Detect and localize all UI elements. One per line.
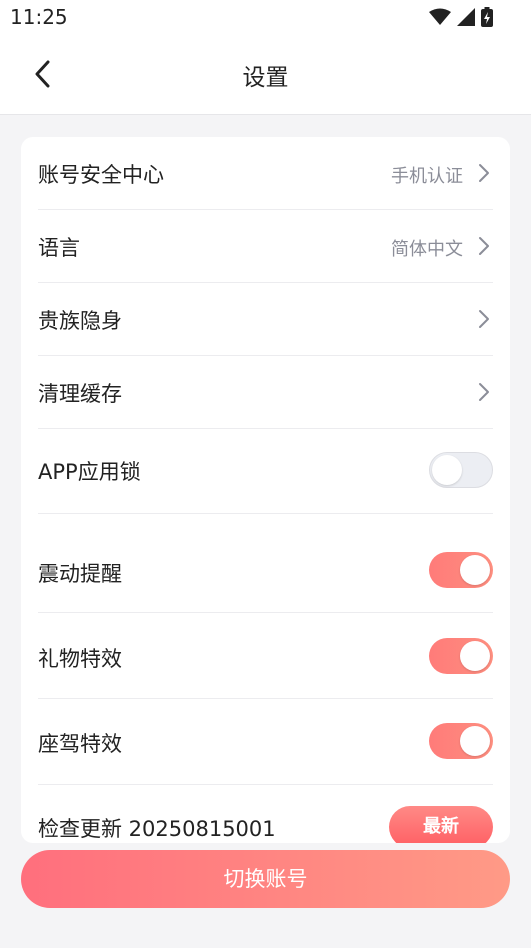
status-icons [429,7,493,27]
chevron-right-icon [479,237,489,255]
status-time: 11:25 [10,5,68,29]
setting-label: 震动提醒 [38,562,122,586]
chevron-right-icon [479,164,489,182]
mount-effects-toggle[interactable] [429,723,493,759]
setting-label: 座驾特效 [38,732,122,756]
toggle-knob [460,555,490,585]
setting-row-language[interactable]: 语言 简体中文 [38,210,493,283]
setting-row-noble-stealth[interactable]: 贵族隐身 [38,283,493,356]
setting-row-check-update[interactable]: 检查更新 20250815001 最新 [38,785,493,843]
settings-card: 账号安全中心 手机认证 语言 简体中文 贵族隐身 清理缓存 APP应用锁 震动提… [21,137,510,843]
nav-header: 设置 [0,36,531,115]
page-title: 设置 [242,65,289,91]
wifi-icon [429,8,451,25]
setting-label: APP应用锁 [38,460,141,484]
toggle-knob [460,726,490,756]
toggle-knob [432,455,462,485]
setting-row-gift-effects: 礼物特效 [38,613,493,699]
cellular-signal-icon [457,8,475,26]
setting-value: 手机认证 [391,166,463,187]
latest-version-badge: 最新 [389,806,493,843]
setting-label: 清理缓存 [38,382,122,406]
setting-label: 账号安全中心 [38,163,164,187]
gift-effects-toggle[interactable] [429,638,493,674]
setting-value: 简体中文 [391,239,463,260]
setting-label: 礼物特效 [38,647,122,671]
vibration-toggle[interactable] [429,552,493,588]
status-bar: 11:25 [0,0,531,36]
chevron-right-icon [479,383,489,401]
setting-row-app-lock: APP应用锁 [38,429,493,514]
setting-row-vibration: 震动提醒 [38,528,493,613]
setting-row-clear-cache[interactable]: 清理缓存 [38,356,493,429]
toggle-knob [460,641,490,671]
setting-label: 语言 [38,236,80,260]
setting-row-account-security[interactable]: 账号安全中心 手机认证 [38,137,493,210]
setting-label: 贵族隐身 [38,309,122,333]
chevron-right-icon [479,310,489,328]
setting-row-mount-effects: 座驾特效 [38,699,493,785]
battery-icon [481,7,493,27]
app-lock-toggle[interactable] [429,452,493,488]
switch-account-button[interactable]: 切换账号 [21,850,510,908]
setting-label: 检查更新 20250815001 [38,817,276,841]
